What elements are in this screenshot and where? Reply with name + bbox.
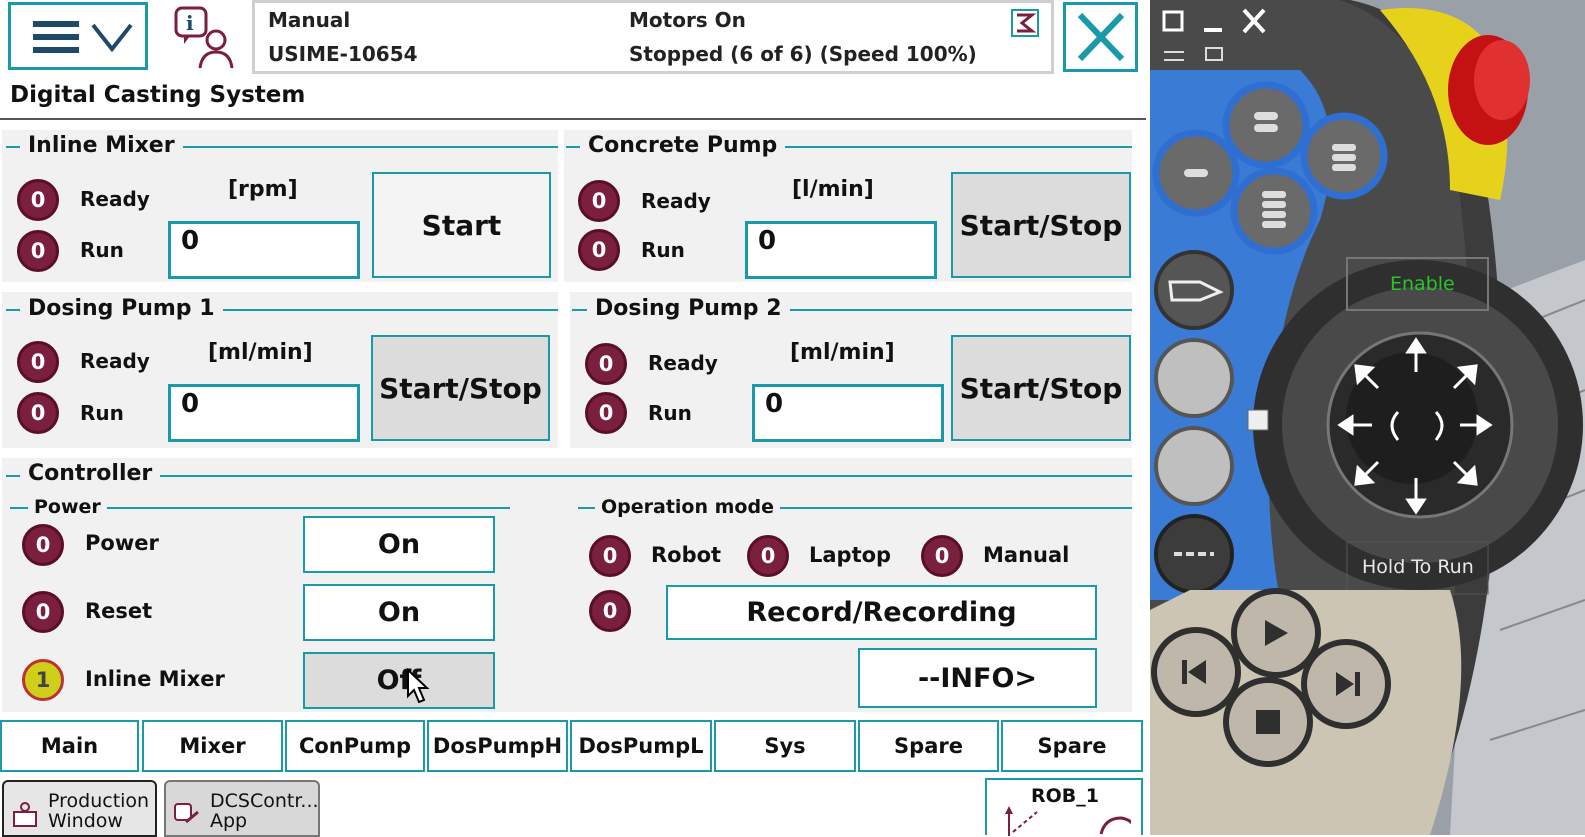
task-dcs-app[interactable]: DCSContr... App	[164, 780, 320, 837]
flexpendant-graphic	[1150, 0, 1585, 835]
dosing-pump-1-ready-led: 0	[17, 341, 59, 383]
app-title: Digital Casting System	[10, 82, 306, 108]
task-dcs-label: DCSContr... App	[210, 790, 319, 832]
dosing-pump-1-run-led: 0	[17, 392, 59, 434]
dosing-pump-1-ready-label: Ready	[80, 349, 150, 373]
reset-label: Reset	[85, 599, 153, 623]
laptop-mode-label: Laptop	[809, 543, 892, 567]
tab-main[interactable]: Main	[0, 720, 139, 772]
close-icon	[1077, 12, 1125, 62]
tab-dospumpl[interactable]: DosPumpL	[570, 720, 712, 772]
dosing-pump-2-ready-label: Ready	[648, 351, 718, 375]
dosing-pump-1-start-stop-button[interactable]: Start/Stop	[371, 335, 550, 441]
reset-led: 0	[22, 591, 64, 633]
info-button[interactable]: --INFO>	[858, 648, 1097, 708]
robot-mode-label: Robot	[651, 543, 722, 567]
inline-mixer-off-button[interactable]: Off	[303, 652, 495, 709]
concrete-pump-ready-led: 0	[578, 180, 620, 222]
status-bar: Manual USIME-10654 Motors On Stopped (6 …	[252, 0, 1054, 74]
hamburger-icon	[33, 21, 133, 53]
operating-mode: Manual	[268, 8, 351, 32]
concrete-pump-run-label: Run	[641, 238, 685, 262]
inline-mixer-power-label: Inline Mixer	[85, 667, 225, 691]
concrete-pump-start-stop-button[interactable]: Start/Stop	[951, 172, 1131, 278]
controller-title: Controller	[20, 461, 161, 486]
program-state: Stopped (6 of 6) (Speed 100%)	[629, 42, 977, 66]
tab-spare-1[interactable]: Spare	[858, 720, 999, 772]
enable-label: Enable	[1390, 273, 1455, 295]
robot-quickset-button[interactable]: ROB_1	[985, 778, 1143, 836]
dosing-pump-2-ready-led: 0	[585, 343, 627, 385]
dosing-pump-2-title: Dosing Pump 2	[587, 296, 790, 321]
dosing-pump-2-start-stop-button[interactable]: Start/Stop	[951, 335, 1131, 441]
motors-state: Motors On	[629, 8, 746, 32]
task-production-window[interactable]: Production Window	[2, 780, 157, 837]
power-group-title: Power	[28, 496, 107, 518]
inline-mixer-power-led: 1	[22, 659, 64, 701]
inline-mixer-ready-label: Ready	[80, 187, 150, 211]
dosing-pump-2-flow-input[interactable]: 0	[752, 384, 944, 442]
dosing-pump-2-run-led: 0	[585, 392, 627, 434]
concrete-pump-title: Concrete Pump	[580, 133, 786, 158]
tab-conpump[interactable]: ConPump	[285, 720, 425, 772]
manual-mode-led: 0	[921, 535, 963, 577]
inline-mixer-run-led: 0	[17, 230, 59, 272]
dosing-pump-1-unit: [ml/min]	[208, 340, 313, 365]
close-button[interactable]	[1063, 2, 1138, 72]
power-label: Power	[85, 531, 159, 555]
inline-mixer-unit: [rpm]	[228, 177, 298, 202]
power-on-button[interactable]: On	[303, 516, 495, 573]
tab-mixer[interactable]: Mixer	[142, 720, 283, 772]
concrete-pump-unit: [l/min]	[792, 177, 874, 202]
group-line	[6, 475, 1132, 477]
inline-mixer-title: Inline Mixer	[20, 133, 183, 158]
concrete-pump-flow-input[interactable]: 0	[745, 221, 937, 279]
svg-text:i: i	[186, 11, 194, 35]
record-led: 0	[589, 590, 631, 632]
inline-mixer-speed-input[interactable]: 0	[168, 221, 360, 279]
robot-coord-icon	[1005, 806, 1131, 836]
laptop-mode-led: 0	[747, 535, 789, 577]
quickset-icon[interactable]	[1010, 8, 1040, 38]
production-window-icon	[13, 802, 37, 827]
robot-mode-led: 0	[589, 535, 631, 577]
dosing-pump-1-title: Dosing Pump 1	[20, 296, 223, 321]
reset-on-button[interactable]: On	[303, 584, 495, 641]
tab-dospumph[interactable]: DosPumpH	[427, 720, 568, 772]
main-menu-button[interactable]	[8, 2, 148, 70]
hold-to-run-label: Hold To Run	[1362, 556, 1474, 578]
tab-spare-2[interactable]: Spare	[1001, 720, 1143, 772]
event-log-info-icon[interactable]: i	[172, 4, 238, 70]
dosing-pump-1-flow-input[interactable]: 0	[168, 384, 360, 442]
mouse-cursor-icon	[407, 668, 430, 704]
dosing-pump-1-run-label: Run	[80, 401, 124, 425]
manual-mode-label: Manual	[983, 543, 1070, 567]
concrete-pump-run-led: 0	[578, 229, 620, 271]
dosing-pump-2-unit: [ml/min]	[790, 340, 895, 365]
tab-sys[interactable]: Sys	[714, 720, 856, 772]
dosing-pump-2-run-label: Run	[648, 401, 692, 425]
inline-mixer-ready-led: 0	[17, 179, 59, 221]
system-id: USIME-10654	[268, 42, 418, 66]
record-recording-button[interactable]: Record/Recording	[666, 585, 1097, 640]
power-led: 0	[22, 524, 64, 566]
concrete-pump-ready-label: Ready	[641, 189, 711, 213]
task-production-label: Production Window	[48, 790, 150, 832]
title-divider	[0, 118, 1146, 120]
inline-mixer-run-label: Run	[80, 238, 124, 262]
flexpendant-panel: Enable Hold To Run	[1150, 0, 1585, 835]
inline-mixer-start-button[interactable]: Start	[372, 172, 551, 278]
operation-mode-title: Operation mode	[595, 496, 780, 518]
dcs-app-icon	[174, 803, 199, 824]
